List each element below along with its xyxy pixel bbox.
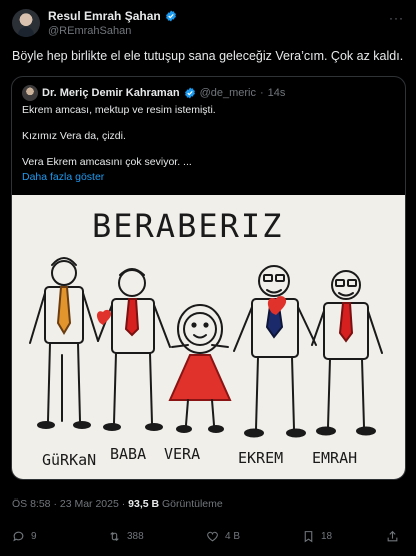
tweet-timestamp[interactable]: ÖS 8:58 · 23 Mar 2025 ·	[12, 498, 125, 510]
views-label: Görüntüleme	[162, 498, 223, 510]
more-options-icon[interactable]: ···	[389, 11, 404, 25]
share-icon	[387, 530, 398, 542]
drawing-canvas: BERABERIZ GüRKaN BABA VERA EKREM EMRAH	[29, 207, 383, 469]
quote-time[interactable]: 14s	[268, 87, 286, 99]
share-button[interactable]	[386, 530, 399, 543]
drawing-name-label: VERA	[164, 445, 200, 463]
drawing-name-label: EKREM	[238, 449, 283, 467]
like-count: 4 B	[225, 531, 241, 542]
quote-line: Ekrem amcası, mektup ve resim istemişti.	[22, 104, 216, 116]
figure-baba	[97, 268, 171, 431]
dot-separator: ·	[259, 87, 264, 99]
quote-line: Vera Ekrem amcasını çok seviyor. ...	[22, 156, 192, 168]
quoted-tweet[interactable]: Dr. Meriç Demir Kahraman @de_meric · 14s…	[11, 76, 406, 480]
show-more-link[interactable]: Daha fazla göster	[22, 171, 104, 183]
quote-author-handle[interactable]: @de_meric	[200, 87, 256, 99]
drawing-name-label: EMRAH	[312, 449, 357, 467]
bookmark-button[interactable]: 18	[302, 530, 332, 543]
author-name-row: Resul Emrah Şahan	[48, 9, 177, 23]
author-handle[interactable]: @REmrahSahan	[48, 25, 131, 37]
drawing-title: BERABERIZ	[92, 207, 283, 245]
figure-ekrem	[233, 265, 317, 438]
quote-header: Dr. Meriç Demir Kahraman @de_meric · 14s	[22, 85, 285, 101]
like-button[interactable]: 4 B	[206, 530, 240, 543]
heart-icon	[96, 309, 112, 325]
verified-badge-icon	[184, 87, 195, 99]
quote-author-avatar[interactable]	[22, 85, 38, 101]
views-count: 93,5 B	[128, 498, 160, 510]
action-bar: 9 388 4 B 18	[12, 530, 404, 548]
drawing-name-label: GüRKaN	[42, 451, 96, 469]
quote-author-name[interactable]: Dr. Meriç Demir Kahraman	[42, 87, 180, 99]
heart-outline-icon	[207, 531, 218, 542]
drawing-name-label: BABA	[110, 445, 146, 463]
child-drawing-image[interactable]: BERABERIZ GüRKaN BABA VERA EKREM EMRAH	[12, 195, 405, 479]
bookmark-icon	[304, 531, 313, 543]
repost-icon	[110, 531, 119, 542]
reply-button[interactable]: 9	[12, 530, 37, 543]
figure-emrah	[311, 270, 383, 436]
repost-count: 388	[127, 531, 144, 542]
quote-text: Ekrem amcası, mektup ve resim istemişti.…	[22, 103, 392, 181]
tweet-header: Resul Emrah Şahan @REmrahSahan ···	[12, 9, 404, 49]
verified-badge-icon	[165, 10, 176, 22]
reply-icon	[13, 531, 24, 542]
figure-gurkan	[29, 257, 99, 429]
figure-vera	[168, 304, 232, 433]
quote-line: Kızımız Vera da, çizdi.	[22, 130, 126, 142]
bookmark-count: 18	[321, 531, 333, 542]
tweet-text: Böyle hep birlikte el ele tutuşup sana g…	[12, 49, 404, 63]
reply-count: 9	[31, 531, 37, 542]
repost-button[interactable]: 388	[108, 530, 144, 543]
author-avatar[interactable]	[12, 9, 40, 37]
author-name[interactable]: Resul Emrah Şahan	[48, 9, 161, 23]
tweet-meta: ÖS 8:58 · 23 Mar 2025 · 93,5 B Görüntüle…	[12, 498, 223, 510]
